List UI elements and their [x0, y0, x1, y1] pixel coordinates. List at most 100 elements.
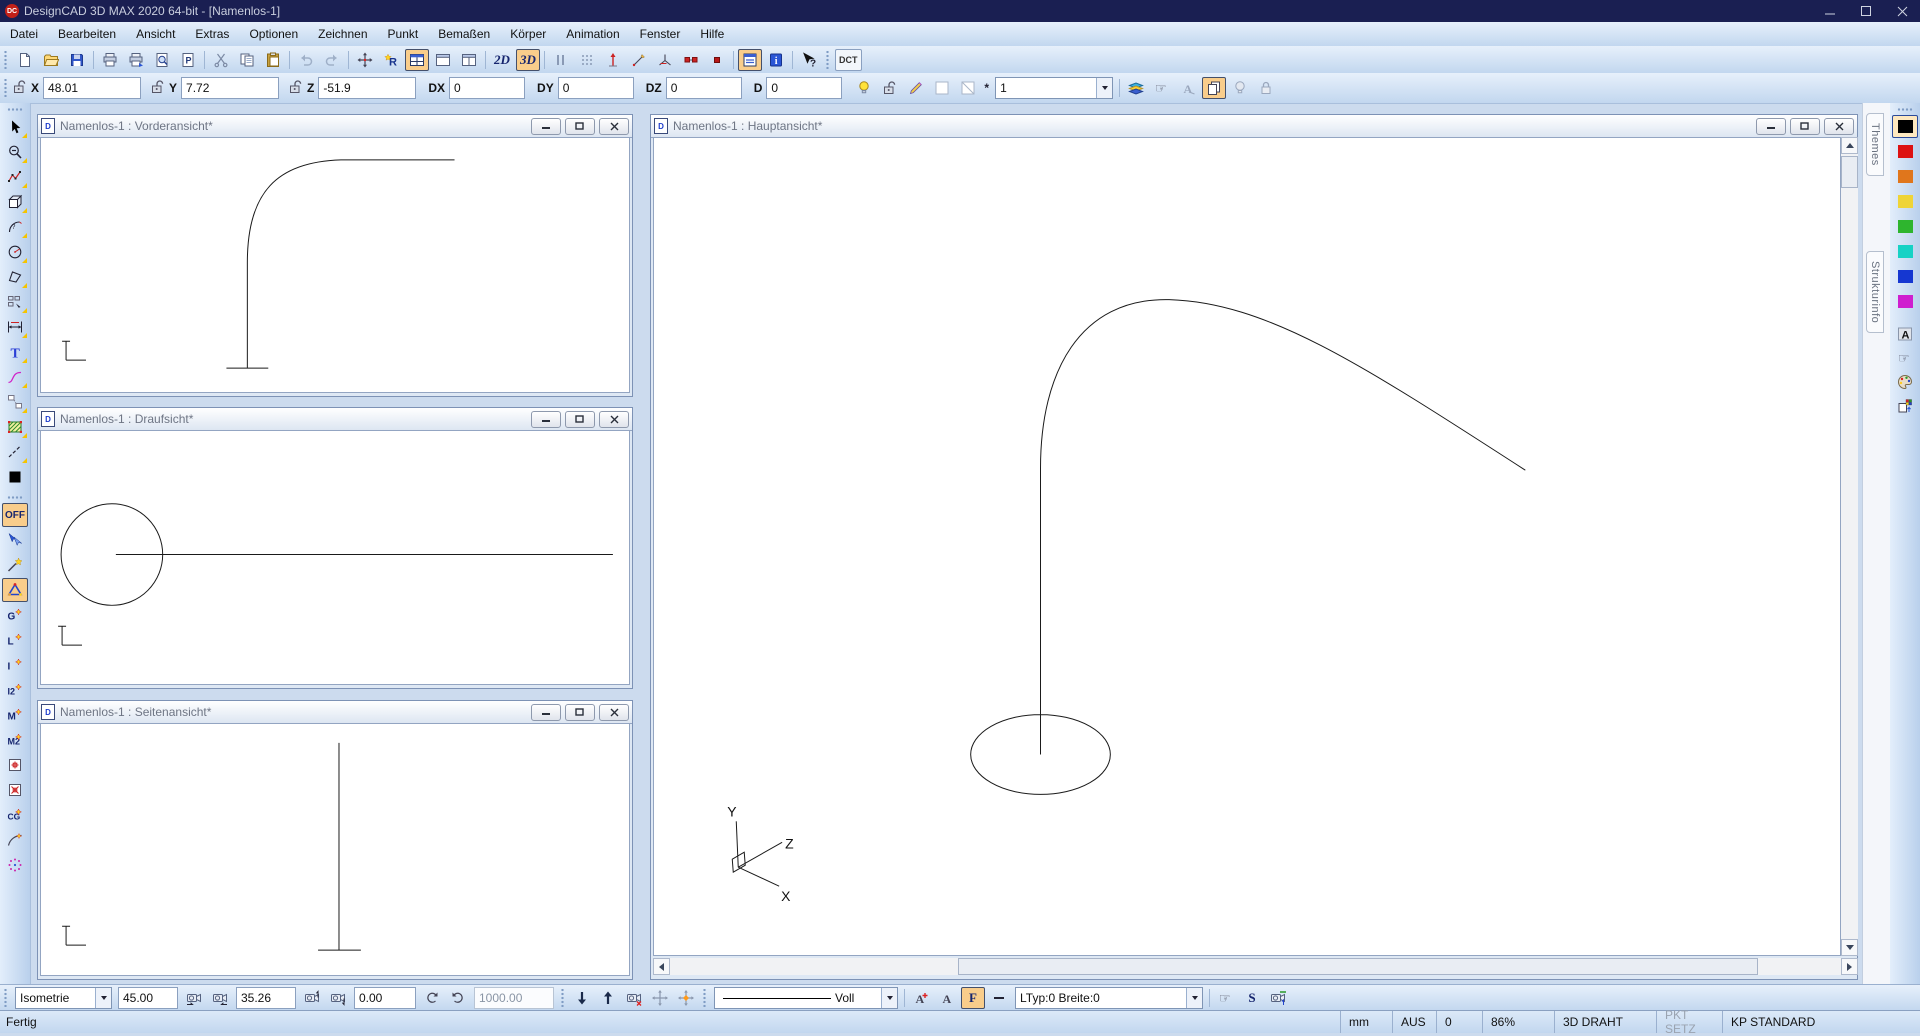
pan-center-button[interactable] [648, 987, 672, 1009]
y-coordinate-input[interactable]: 7.72 [181, 77, 279, 99]
vertical-scroll-thumb[interactable] [1841, 156, 1858, 188]
set-point-button[interactable] [353, 49, 377, 71]
point-circle-snap-button[interactable] [2, 853, 28, 877]
open-file-button[interactable] [39, 49, 63, 71]
chevron-down-icon[interactable] [1096, 78, 1112, 98]
cut-button[interactable] [209, 49, 233, 71]
segment-points-button[interactable] [679, 49, 703, 71]
print-button[interactable] [98, 49, 122, 71]
line-angle-button[interactable] [627, 49, 651, 71]
color-blue[interactable] [1892, 265, 1918, 288]
hauptansicht-canvas[interactable]: Y Z X [653, 137, 1841, 956]
text-attr-disabled-button[interactable]: A [1176, 77, 1200, 99]
scroll-left-button[interactable] [653, 958, 670, 975]
gravity-snap-button[interactable]: G [2, 603, 28, 627]
menu-optionen[interactable]: Optionen [239, 23, 308, 45]
draufsicht-titlebar[interactable]: D Namenlos-1 : Draufsicht* [38, 408, 632, 431]
gridpoint-snap-button[interactable] [2, 753, 28, 777]
vertical-scrollbar[interactable] [1841, 137, 1858, 956]
pan-origin-button[interactable] [674, 987, 698, 1009]
rotate-view-right-button[interactable] [208, 987, 232, 1009]
menu-zeichnen[interactable]: Zeichnen [308, 23, 377, 45]
print-preview-button[interactable] [150, 49, 174, 71]
text-color-button[interactable]: A [1892, 323, 1918, 345]
view-angle-x-input[interactable]: 35.26 [236, 987, 296, 1009]
menu-animation[interactable]: Animation [556, 23, 629, 45]
spin-view-ccw-button[interactable] [420, 987, 444, 1009]
rotate-view-left-button[interactable] [182, 987, 206, 1009]
view-distance-input[interactable]: 1000.00 [474, 987, 554, 1009]
close-button[interactable] [1824, 118, 1854, 135]
line-tool[interactable] [2, 165, 28, 189]
window-options-button[interactable] [738, 49, 762, 71]
tab-themes[interactable]: Themes [1866, 113, 1884, 176]
dx-coordinate-input[interactable]: 0 [449, 77, 525, 99]
center-gravity-snap-button[interactable]: CG [2, 803, 28, 827]
view-angle-z-input[interactable]: 45.00 [118, 987, 178, 1009]
menu-extras[interactable]: Extras [185, 23, 239, 45]
chevron-down-icon[interactable] [1186, 988, 1202, 1008]
color-cyan[interactable] [1892, 240, 1918, 263]
layer-visibility-bulb-button[interactable] [852, 77, 876, 99]
horizontal-scroll-thumb[interactable] [958, 958, 1758, 975]
palette-button[interactable] [1892, 371, 1918, 393]
tab-strukturinfo[interactable]: Strukturinfo [1866, 251, 1884, 333]
paste-button[interactable] [261, 49, 285, 71]
tripod-mode-button[interactable] [653, 49, 677, 71]
draufsicht-canvas[interactable] [40, 430, 630, 685]
select-multi-button[interactable] [2, 528, 28, 552]
move-down-button[interactable] [570, 987, 594, 1009]
chevron-down-icon[interactable] [881, 988, 897, 1008]
render-button[interactable]: R [379, 49, 403, 71]
lock-icon[interactable] [150, 79, 166, 98]
chevron-down-icon[interactable] [95, 988, 111, 1008]
restore-button[interactable] [565, 704, 595, 721]
viewport-layout-3-button[interactable] [457, 49, 481, 71]
z-coordinate-input[interactable]: -51.9 [318, 77, 416, 99]
dy-coordinate-input[interactable]: 0 [558, 77, 634, 99]
line-type-select[interactable]: LTyp:0 Breite:0 [1015, 987, 1203, 1009]
spline-button[interactable]: S [1240, 987, 1264, 1009]
undo-button[interactable] [294, 49, 318, 71]
layers-manager-button[interactable] [1124, 77, 1148, 99]
d-coordinate-input[interactable]: 0 [766, 77, 842, 99]
dimension-tool[interactable] [2, 315, 28, 339]
close-button[interactable] [599, 118, 629, 135]
group-tool[interactable] [2, 390, 28, 414]
seitenansicht-canvas[interactable] [40, 723, 630, 976]
menu-ansicht[interactable]: Ansicht [126, 23, 185, 45]
color-swatch-black-tool[interactable] [2, 465, 28, 489]
text-tool[interactable]: T [2, 340, 28, 364]
layer-lock-button[interactable] [878, 77, 902, 99]
point-mark-button[interactable] [705, 49, 729, 71]
copy-attributes-button[interactable] [1892, 395, 1918, 417]
camera-keypoint-button[interactable] [1266, 987, 1290, 1009]
layer-select[interactable]: 1 [995, 77, 1113, 99]
circle-tool[interactable] [2, 240, 28, 264]
view-angle-y-input[interactable]: 0.00 [354, 987, 416, 1009]
gridpoint2-snap-button[interactable] [2, 778, 28, 802]
intersection2-snap-button[interactable]: I2 [2, 678, 28, 702]
midpoint-snap-button[interactable]: M [2, 703, 28, 727]
hand-select-button[interactable]: ☞ [1150, 77, 1174, 99]
menu-koerper[interactable]: Körper [500, 23, 556, 45]
color-black[interactable] [1892, 115, 1918, 138]
close-button[interactable] [599, 704, 629, 721]
app-close-button[interactable] [1884, 0, 1920, 22]
viewport-layout-2-button[interactable] [431, 49, 455, 71]
new-file-button[interactable] [13, 49, 37, 71]
seitenansicht-titlebar[interactable]: D Namenlos-1 : Seitenansicht* [38, 701, 632, 724]
tangent-snap-button[interactable] [2, 828, 28, 852]
fill-none-box-button[interactable] [930, 77, 954, 99]
fill-toggle-button[interactable]: F [961, 987, 985, 1009]
select-tool[interactable] [2, 115, 28, 139]
menu-datei[interactable]: Datei [0, 23, 48, 45]
menu-hilfe[interactable]: Hilfe [690, 23, 734, 45]
menu-punkt[interactable]: Punkt [378, 23, 429, 45]
color-red[interactable] [1892, 140, 1918, 163]
info-box-button[interactable]: i [764, 49, 788, 71]
minimize-button[interactable] [531, 411, 561, 428]
lock-icon[interactable] [288, 79, 304, 98]
dz-coordinate-input[interactable]: 0 [666, 77, 742, 99]
redo-button[interactable] [320, 49, 344, 71]
